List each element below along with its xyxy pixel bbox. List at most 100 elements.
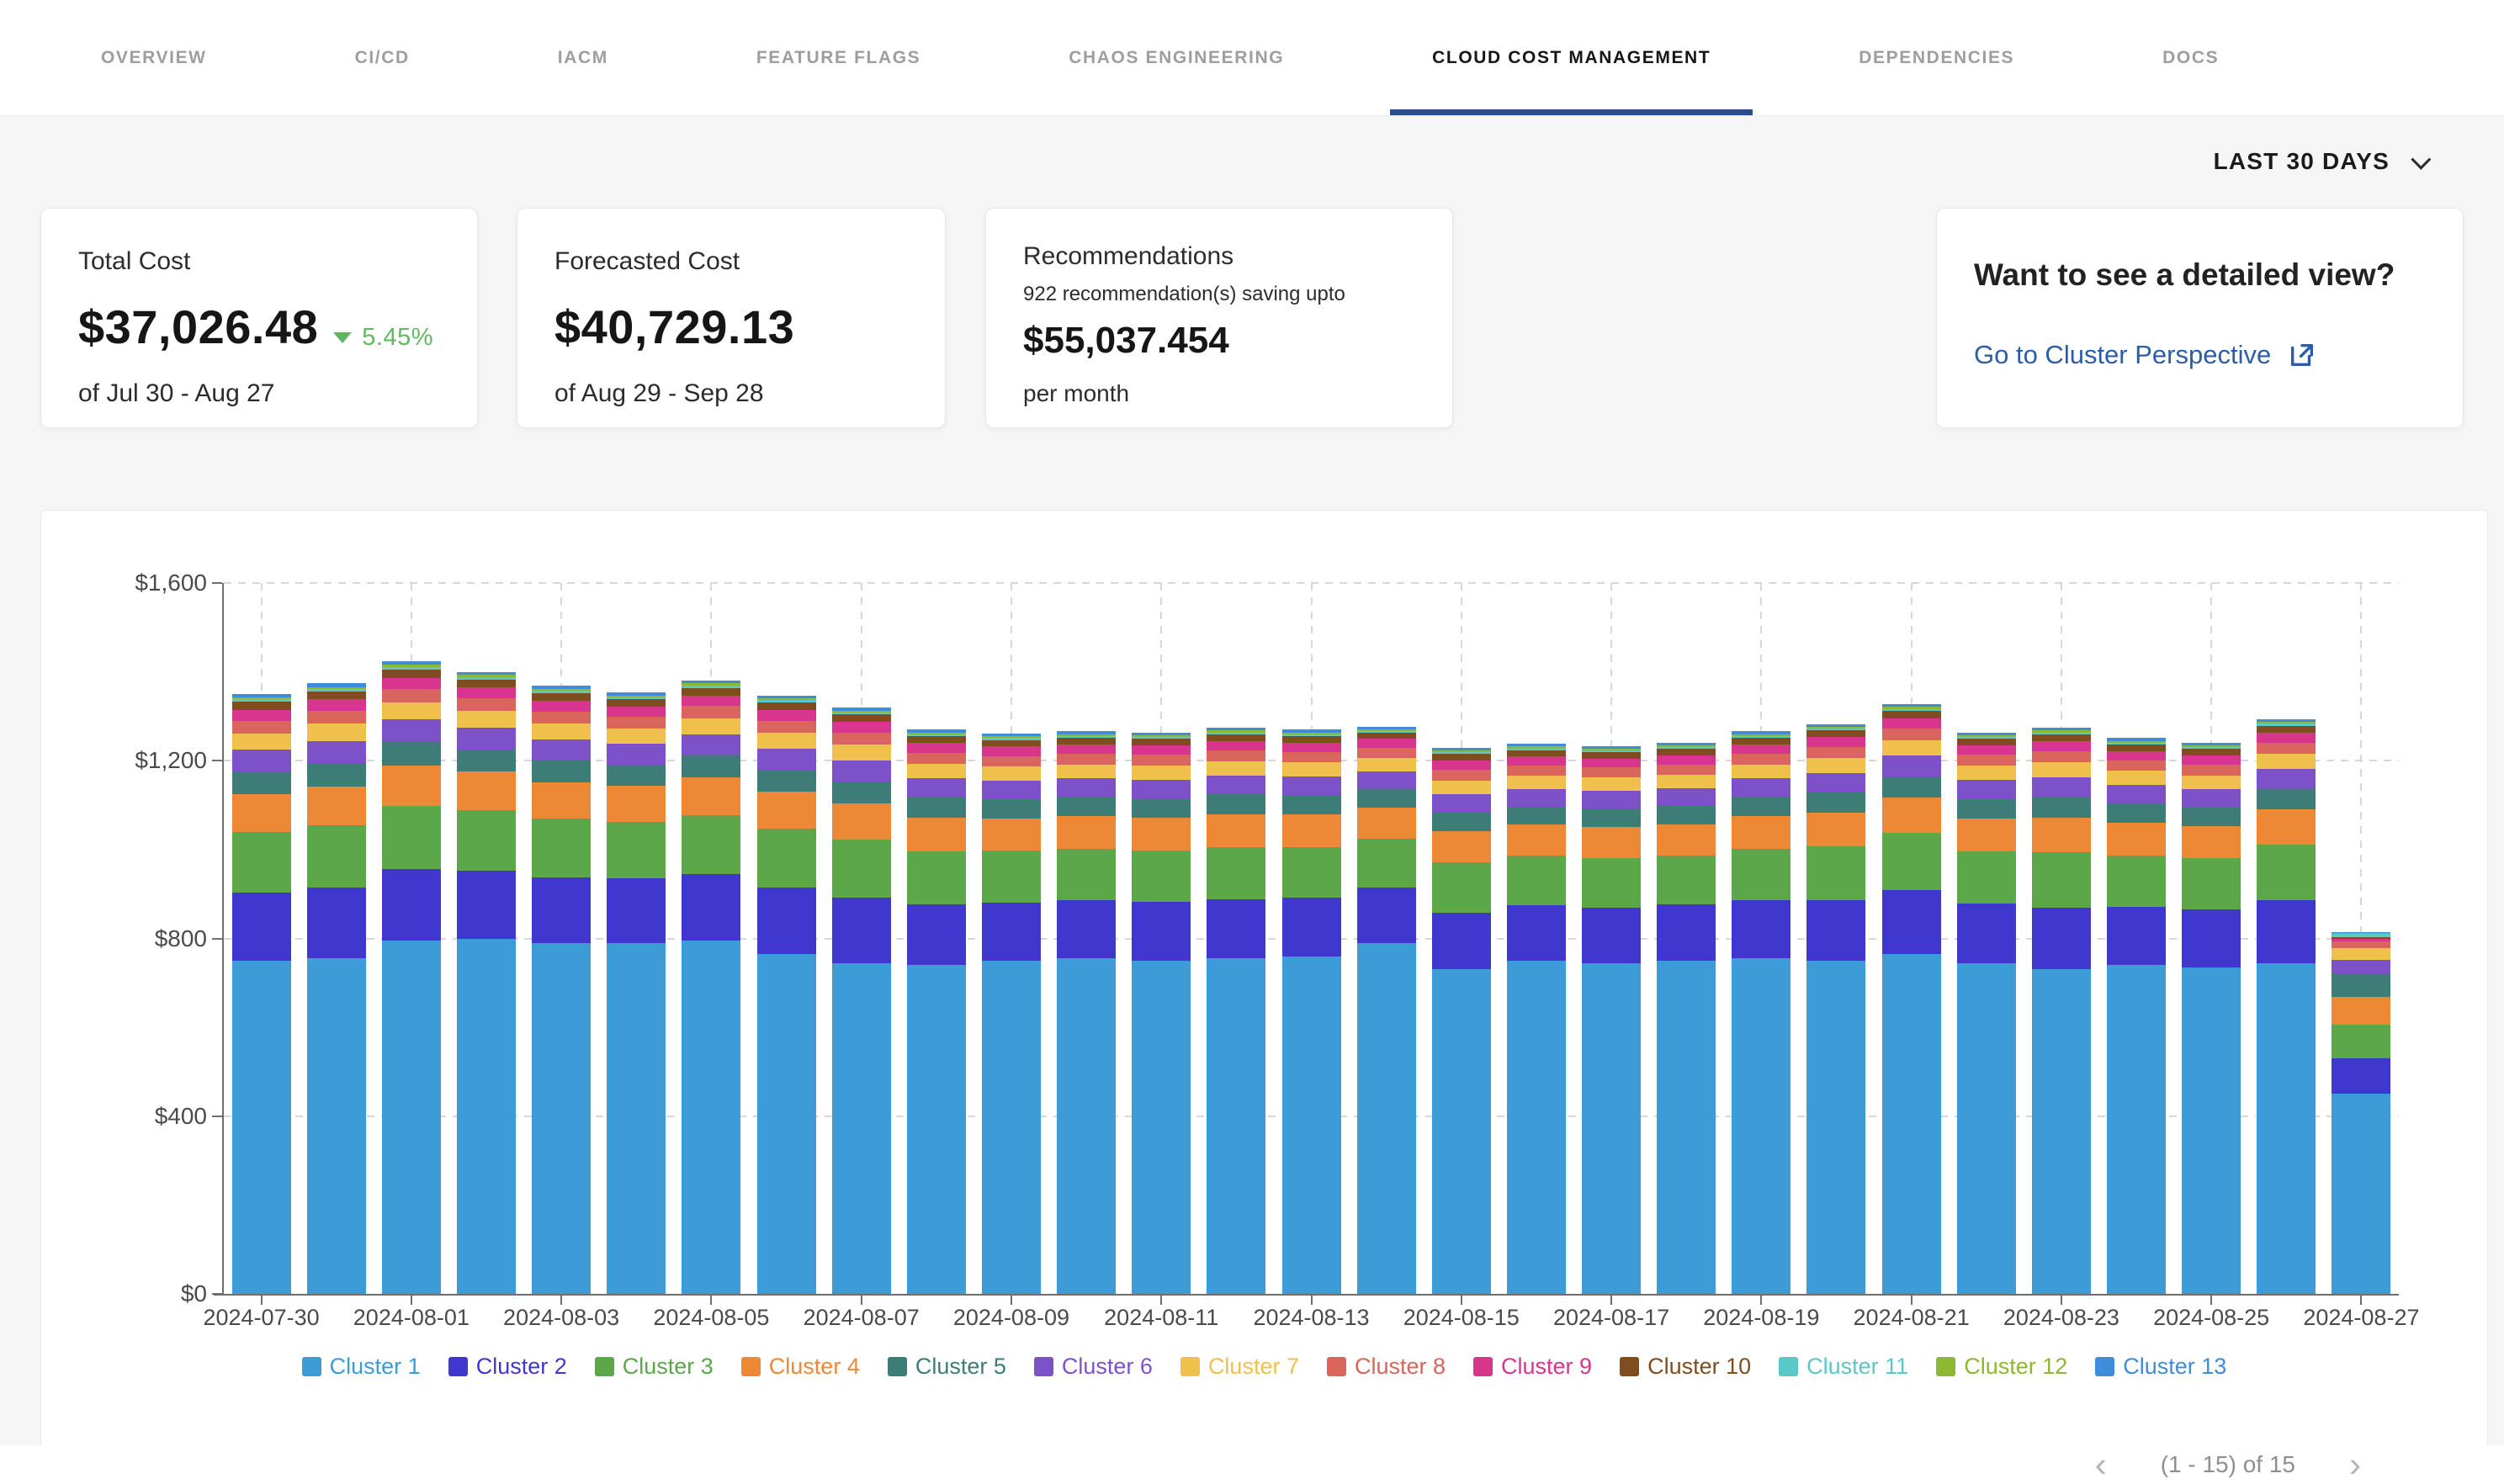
legend-item-cluster-1[interactable]: Cluster 1 [302,1354,421,1380]
bar-segment-cluster-6[interactable] [1957,780,2016,799]
tab-chaos-engineering[interactable]: CHAOS ENGINEERING [1048,0,1304,115]
bar-segment-cluster-5[interactable] [1282,795,1341,814]
bar-segment-cluster-9[interactable] [1806,737,1865,747]
legend-item-cluster-10[interactable]: Cluster 10 [1620,1354,1751,1380]
bar-segment-cluster-8[interactable] [1432,770,1491,780]
bar-segment-cluster-1[interactable] [1806,961,1865,1294]
bar-2024-08-21[interactable] [1882,704,1941,1294]
bar-segment-cluster-8[interactable] [682,706,740,718]
bar-segment-cluster-5[interactable] [457,750,516,772]
bar-segment-cluster-9[interactable] [1957,745,2016,755]
bar-segment-cluster-2[interactable] [307,888,366,958]
bar-segment-cluster-8[interactable] [1282,752,1341,763]
bar-segment-cluster-8[interactable] [1057,754,1116,765]
bar-segment-cluster-5[interactable] [1507,807,1566,825]
legend-item-cluster-9[interactable]: Cluster 9 [1473,1354,1592,1380]
bar-segment-cluster-5[interactable] [607,765,666,786]
bar-segment-cluster-1[interactable] [307,958,366,1294]
bar-segment-cluster-7[interactable] [457,711,516,728]
bar-segment-cluster-4[interactable] [607,786,666,822]
bar-segment-cluster-8[interactable] [607,717,666,729]
bar-segment-cluster-2[interactable] [832,898,891,963]
tab-ci-cd[interactable]: CI/CD [335,0,430,115]
legend-item-cluster-2[interactable]: Cluster 2 [448,1354,567,1380]
bar-segment-cluster-3[interactable] [1806,846,1865,900]
bar-segment-cluster-6[interactable] [457,728,516,750]
bar-segment-cluster-7[interactable] [907,764,966,778]
bar-segment-cluster-4[interactable] [1806,813,1865,846]
bar-segment-cluster-1[interactable] [607,943,666,1294]
bar-segment-cluster-4[interactable] [232,794,291,832]
bar-segment-cluster-5[interactable] [682,755,740,777]
bar-segment-cluster-8[interactable] [757,721,816,733]
bar-segment-cluster-4[interactable] [2257,809,2316,845]
bar-segment-cluster-9[interactable] [1882,718,1941,729]
legend-item-cluster-12[interactable]: Cluster 12 [1936,1354,2067,1380]
bar-segment-cluster-9[interactable] [1732,745,1790,754]
bar-2024-08-09[interactable] [982,734,1041,1294]
bar-segment-cluster-3[interactable] [1282,847,1341,898]
tab-dependencies[interactable]: DEPENDENCIES [1838,0,2034,115]
bar-segment-cluster-9[interactable] [382,678,441,690]
bar-segment-cluster-4[interactable] [1207,814,1265,847]
bar-segment-cluster-8[interactable] [907,753,966,764]
bar-segment-cluster-8[interactable] [1507,766,1566,776]
legend-item-cluster-4[interactable]: Cluster 4 [741,1354,860,1380]
bar-segment-cluster-1[interactable] [1657,961,1716,1294]
bar-segment-cluster-4[interactable] [1357,808,1416,839]
bar-segment-cluster-6[interactable] [1507,789,1566,807]
bar-segment-cluster-8[interactable] [2107,761,2166,771]
bar-segment-cluster-9[interactable] [757,710,816,721]
bar-segment-cluster-4[interactable] [1582,827,1641,858]
bar-segment-cluster-1[interactable] [1882,954,1941,1294]
bar-segment-cluster-9[interactable] [307,699,366,711]
bar-segment-cluster-2[interactable] [1432,913,1491,970]
bar-segment-cluster-1[interactable] [982,961,1041,1294]
bar-segment-cluster-8[interactable] [232,721,291,734]
bar-segment-cluster-10[interactable] [907,736,966,743]
bar-segment-cluster-10[interactable] [1057,738,1116,745]
bar-segment-cluster-5[interactable] [1657,806,1716,824]
bar-2024-08-08[interactable] [907,729,966,1294]
bar-segment-cluster-2[interactable] [982,903,1041,961]
bar-2024-08-17[interactable] [1582,746,1641,1294]
bar-segment-cluster-3[interactable] [1957,851,2016,904]
bar-segment-cluster-3[interactable] [1057,849,1116,900]
bar-segment-cluster-4[interactable] [1282,814,1341,847]
tab-docs[interactable]: DOCS [2142,0,2239,115]
bar-segment-cluster-4[interactable] [1732,816,1790,849]
bar-segment-cluster-6[interactable] [982,781,1041,799]
bar-segment-cluster-3[interactable] [682,815,740,874]
bar-2024-08-26[interactable] [2257,719,2316,1294]
bar-segment-cluster-6[interactable] [682,734,740,755]
bar-segment-cluster-9[interactable] [2107,751,2166,761]
bar-2024-08-16[interactable] [1507,744,1566,1294]
tab-iacm[interactable]: IACM [538,0,629,115]
bar-segment-cluster-7[interactable] [1132,766,1191,780]
bar-segment-cluster-1[interactable] [382,941,441,1294]
bar-segment-cluster-4[interactable] [2107,823,2166,856]
bar-segment-cluster-4[interactable] [757,792,816,829]
bar-segment-cluster-10[interactable] [2032,734,2091,741]
bar-segment-cluster-10[interactable] [1806,730,1865,737]
bar-segment-cluster-9[interactable] [457,687,516,698]
bar-2024-08-06[interactable] [757,696,816,1294]
bar-segment-cluster-10[interactable] [607,699,666,707]
bar-segment-cluster-1[interactable] [2332,1094,2390,1294]
bar-segment-cluster-5[interactable] [532,761,591,782]
bar-segment-cluster-9[interactable] [1207,741,1265,751]
bar-2024-08-05[interactable] [682,681,740,1294]
bar-segment-cluster-2[interactable] [2257,900,2316,962]
bar-segment-cluster-6[interactable] [832,761,891,782]
bar-segment-cluster-7[interactable] [1357,758,1416,771]
bar-segment-cluster-7[interactable] [1806,758,1865,772]
bar-segment-cluster-9[interactable] [2182,755,2241,765]
bar-2024-08-03[interactable] [532,686,591,1294]
bar-segment-cluster-5[interactable] [2182,808,2241,827]
bar-segment-cluster-4[interactable] [682,777,740,814]
bar-segment-cluster-8[interactable] [2257,743,2316,754]
bar-segment-cluster-9[interactable] [907,743,966,753]
bar-segment-cluster-5[interactable] [2107,804,2166,824]
legend-item-cluster-3[interactable]: Cluster 3 [595,1354,714,1380]
bar-segment-cluster-4[interactable] [1057,816,1116,849]
